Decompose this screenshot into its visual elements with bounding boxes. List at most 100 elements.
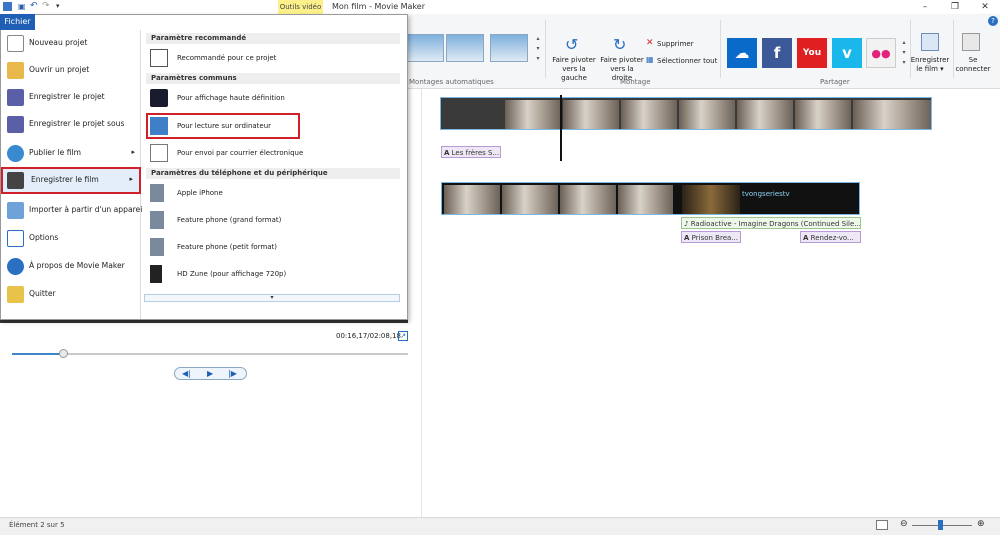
clip-strip-1[interactable] [440, 97, 932, 130]
option-feature-phone-small[interactable]: Feature phone (petit format) [146, 234, 400, 260]
maximize-button[interactable]: ❐ [940, 0, 970, 14]
themes-scroll-icon[interactable]: ▴ ▾ ▾ [534, 34, 542, 64]
sign-in-button[interactable]: Se connecter [954, 56, 992, 74]
menu-exit[interactable]: Quitter [1, 281, 141, 308]
option-recommended[interactable]: Recommandé pour ce projet [146, 45, 400, 71]
window-title: Mon film - Movie Maker [332, 2, 426, 11]
help-icon[interactable]: ? [988, 16, 998, 26]
video-preview [0, 320, 408, 323]
seek-thumb[interactable] [59, 349, 68, 358]
option-computer[interactable]: Pour lecture sur ordinateur [146, 113, 300, 139]
playback-time: 00:16,17/02:08,18 [336, 332, 401, 340]
save-movie-button[interactable]: Enregistrer le film ▾ [910, 56, 950, 74]
youtube-icon[interactable]: You [797, 38, 827, 68]
ribbon-separator [545, 20, 546, 78]
video-frame [682, 185, 740, 214]
option-iphone[interactable]: Apple iPhone [146, 180, 400, 206]
seek-bar[interactable] [12, 353, 408, 355]
zoom-in-icon[interactable]: ⊕ [977, 519, 985, 529]
save-movie-icon[interactable] [921, 33, 939, 51]
menu-save-project-as[interactable]: Enregistrer le projet sous [1, 111, 141, 138]
storyboard [423, 89, 1000, 517]
menu-options[interactable]: Options [1, 225, 141, 252]
close-button[interactable]: ✕ [970, 0, 1000, 14]
user-icon[interactable] [962, 33, 980, 51]
menu-save-movie[interactable]: Enregistrer le film ▸ [1, 167, 141, 194]
title-bar: ▣ ↶ ↷ ▾ Outils vidéo Mon film - Movie Ma… [0, 0, 1000, 14]
globe-icon [7, 145, 24, 162]
status-bar [0, 517, 1000, 535]
redo-icon[interactable]: ↷ [42, 1, 50, 11]
zoom-out-icon[interactable]: ⊖ [900, 519, 908, 529]
video-frame [563, 100, 619, 129]
menu-save-project[interactable]: Enregistrer le projet [1, 84, 141, 111]
computer-icon [150, 117, 168, 135]
save-as-icon [7, 116, 24, 133]
text-caption-3[interactable]: A Rendez-vo... [800, 231, 861, 243]
submenu-arrow-icon: ▸ [131, 148, 135, 156]
option-hd-zune[interactable]: HD Zune (pour affichage 720p) [146, 261, 400, 287]
auto-movie-theme-1[interactable] [406, 34, 444, 62]
zoom-thumb[interactable] [938, 520, 943, 530]
brand-logo: tvongseriestv [742, 190, 790, 198]
rotate-right-icon[interactable]: ↻ [613, 35, 626, 54]
option-feature-phone-large[interactable]: Feature phone (grand format) [146, 207, 400, 233]
select-all-button[interactable]: Sélectionner tout [657, 57, 717, 65]
email-icon [150, 144, 168, 162]
video-frame [502, 185, 558, 214]
rotate-left-icon[interactable]: ↺ [565, 35, 578, 54]
clip-strip-2[interactable]: tvongseriestv [441, 182, 860, 215]
play-icon[interactable]: ▶ [207, 369, 213, 378]
section-header-recommended: Paramètre recommandé [146, 33, 400, 44]
menu-open-project[interactable]: Ouvrir un projet [1, 57, 141, 84]
delete-button[interactable]: Supprimer [657, 40, 694, 48]
contextual-tab-video-tools[interactable]: Outils vidéo [278, 0, 323, 14]
import-device-icon [7, 202, 24, 219]
music-track[interactable]: ♪ Radioactive - Imagine Dragons (Continu… [681, 217, 861, 229]
auto-movie-theme-3[interactable] [490, 34, 528, 62]
file-tab[interactable]: Fichier [0, 14, 35, 30]
fullscreen-icon[interactable]: ↗ [398, 331, 408, 341]
rotate-left-button[interactable]: Faire pivoter vers la gauche [550, 56, 598, 83]
select-all-icon[interactable]: ▦ [646, 55, 654, 64]
section-header-devices: Paramètres du téléphone et du périphériq… [146, 168, 400, 179]
text-caption-1[interactable]: A Les frères S... [441, 146, 501, 158]
minimize-button[interactable]: – [910, 0, 940, 14]
exit-icon [7, 286, 24, 303]
quick-access-dropdown-icon[interactable]: ▾ [56, 2, 60, 10]
phone-icon [150, 184, 164, 202]
menu-about[interactable]: À propos de Movie Maker [1, 253, 141, 280]
option-hd-display[interactable]: Pour affichage haute définition [146, 85, 400, 111]
previous-frame-icon[interactable]: ◀| [182, 369, 191, 378]
group-label-auto-movies: Montages automatiques [409, 78, 494, 86]
video-frame [618, 185, 673, 214]
recommended-icon [150, 49, 168, 67]
text-caption-2[interactable]: A Prison Brea... [681, 231, 741, 243]
next-frame-icon[interactable]: |▶ [228, 369, 237, 378]
submenu-scroll-down-icon[interactable]: ▾ [144, 294, 400, 302]
menu-import-device[interactable]: Importer à partir d'un appareil [1, 197, 144, 224]
video-frame [737, 100, 793, 129]
vimeo-icon[interactable]: v [832, 38, 862, 68]
video-frame [560, 185, 616, 214]
status-text: Élément 2 sur 5 [9, 521, 65, 529]
ribbon-separator [720, 20, 721, 78]
playhead[interactable] [560, 95, 562, 161]
group-label-share: Partager [820, 78, 850, 86]
storyboard-view-icon[interactable] [876, 520, 888, 530]
open-folder-icon [7, 62, 24, 79]
delete-icon[interactable]: ✕ [646, 38, 654, 48]
facebook-icon[interactable]: f [762, 38, 792, 68]
menu-new-project[interactable]: Nouveau projet [1, 30, 141, 57]
option-email[interactable]: Pour envoi par courrier électronique [146, 140, 400, 166]
onedrive-icon[interactable]: ☁ [727, 38, 757, 68]
options-icon [7, 230, 24, 247]
auto-movie-theme-2[interactable] [446, 34, 484, 62]
flickr-icon[interactable]: ●● [866, 38, 896, 68]
save-quick-icon[interactable]: ▣ [18, 2, 26, 11]
share-scroll-icon[interactable]: ▴ ▾ ▾ [900, 38, 908, 68]
video-frame [505, 100, 561, 129]
menu-publish-movie[interactable]: Publier le film ▸ [1, 140, 141, 167]
undo-icon[interactable]: ↶ [30, 1, 38, 11]
info-icon [7, 258, 24, 275]
